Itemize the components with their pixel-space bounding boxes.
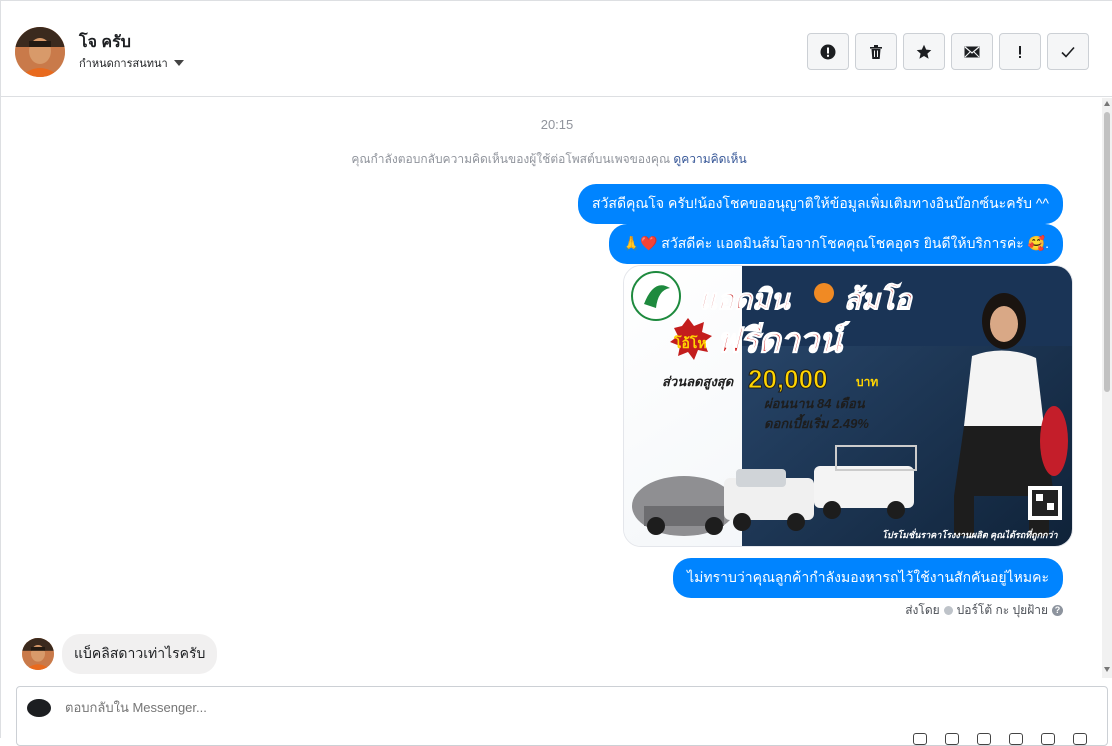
scroll-up-icon[interactable] — [1104, 101, 1110, 106]
promo-footer: โปรโมชั่นราคาโรงงานผลิต คุณได้รถที่ถูกกว… — [882, 528, 1059, 541]
reply-input[interactable] — [65, 700, 665, 715]
saved-reply-icon[interactable] — [1041, 733, 1055, 745]
help-icon[interactable]: ? — [1052, 605, 1063, 616]
delete-button[interactable] — [855, 33, 897, 70]
avatar-photo-icon — [22, 638, 54, 670]
page-avatar — [27, 699, 51, 717]
header-actions — [807, 33, 1089, 70]
promo-image: แอดมิน ส้มโอ โอ้โห ฟรีดาวน์ ส่วนลดสูงสุด… — [624, 266, 1072, 546]
view-comment-link[interactable]: ดูความคิดเห็น — [673, 152, 746, 166]
sent-by-name[interactable]: ปอร์โต้ กะ ปุยฝ้าย — [957, 601, 1048, 620]
promo-discount-label: ส่วนลดสูงสุด — [662, 374, 735, 390]
promo-headline: แอดมิน — [699, 284, 792, 315]
trash-icon — [870, 44, 882, 59]
caret-down-icon — [173, 60, 184, 66]
message-composer[interactable] — [16, 686, 1108, 746]
follow-up-button[interactable] — [999, 33, 1041, 70]
contact-avatar[interactable] — [15, 27, 65, 77]
contact-name[interactable]: โจ ครับ — [79, 30, 131, 55]
mark-spam-button[interactable] — [807, 33, 849, 70]
promo-offer: ฟรีดาวน์ — [716, 321, 850, 360]
attach-icon[interactable] — [913, 733, 927, 745]
avatar-photo-icon — [15, 27, 65, 77]
assign-label: กำหนดการสนทนา — [79, 58, 168, 70]
scroll-down-icon[interactable] — [1104, 667, 1110, 672]
mark-unread-button[interactable] — [951, 33, 993, 70]
image-icon[interactable] — [977, 733, 991, 745]
sender-dot-icon — [943, 606, 953, 615]
contact-avatar-small[interactable] — [22, 638, 54, 670]
incoming-message[interactable]: แบ็คลิสดาวเท่าไรครับ — [62, 634, 218, 674]
exclamation-icon — [1019, 45, 1021, 58]
composer-tools — [913, 733, 1087, 745]
assign-conversation-dropdown[interactable]: กำหนดการสนทนา — [79, 54, 184, 72]
message-timestamp: 20:15 — [540, 117, 574, 132]
sent-by-label: ส่งโดย — [905, 603, 940, 617]
promo-discount-value: 20,000 — [748, 364, 828, 394]
gif-icon[interactable] — [1009, 733, 1023, 745]
conversation-header: โจ ครับ กำหนดการสนทนา — [1, 7, 1112, 97]
sent-by-info: ส่งโดย ปอร์โต้ กะ ปุยฝ้าย ? — [905, 601, 1063, 620]
outgoing-message[interactable]: 🙏❤️ สวัสดีค่ะ แอดมินส้มโอจากโชคคุณโชคอุด… — [608, 224, 1063, 264]
mark-done-button[interactable] — [1047, 33, 1089, 70]
outgoing-message[interactable]: ไม่ทราบว่าคุณลูกค้ากำลังมองหารถไว้ใช้งาน… — [673, 558, 1063, 598]
comment-reply-notice: คุณกำลังตอบกลับความคิดเห็นของผู้ใช้ต่อโพ… — [1, 150, 1097, 169]
star-icon — [916, 44, 932, 59]
envelope-icon — [964, 46, 980, 57]
message-thread[interactable]: 20:15 คุณกำลังตอบกลับความคิดเห็นของผู้ใช… — [1, 98, 1103, 678]
promo-badge: โอ้โห — [673, 334, 707, 351]
inbox-conversation-panel: โจ ครับ กำหนดการสนทนา 20:15 คุณกำลังตอบก… — [0, 0, 1112, 746]
star-button[interactable] — [903, 33, 945, 70]
outgoing-message[interactable]: สวัสดีคุณโจ ครับ!น้องโชคขออนุญาติให้ข้อม… — [578, 184, 1063, 224]
promo-discount-unit: บาท — [856, 375, 878, 389]
check-icon — [1061, 46, 1075, 58]
notice-text: คุณกำลังตอบกลับความคิดเห็นของผู้ใช้ต่อโพ… — [351, 152, 671, 166]
thread-scrollbar[interactable] — [1102, 98, 1112, 678]
emoji-icon[interactable] — [945, 733, 959, 745]
promo-installment: ผ่อนนาน 84 เดือน — [764, 396, 866, 411]
promo-interest: ดอกเบี้ยเริ่ม 2.49% — [764, 413, 869, 431]
alert-circle-icon — [820, 44, 836, 59]
promo-image-attachment[interactable]: แอดมิน ส้มโอ โอ้โห ฟรีดาวน์ ส่วนลดสูงสุด… — [623, 265, 1073, 547]
send-icon[interactable] — [1073, 733, 1087, 745]
promo-admin-name: ส้มโอ — [844, 282, 914, 315]
scrollbar-thumb[interactable] — [1104, 112, 1110, 392]
